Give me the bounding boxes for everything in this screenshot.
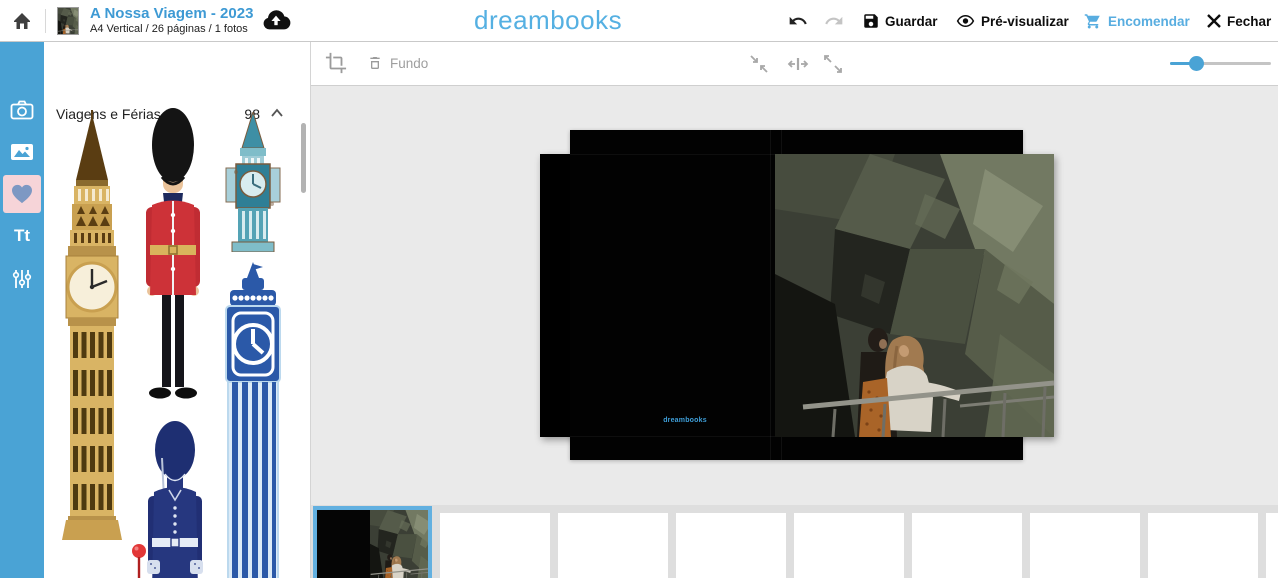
undo-icon: [786, 11, 810, 31]
tool-rail: Tt: [0, 42, 44, 578]
close-label: Fechar: [1227, 14, 1271, 29]
preview-label: Pré-visualizar: [981, 14, 1069, 29]
filmstrip-thumb-cover-selected[interactable]: [313, 506, 432, 578]
image-icon: [10, 143, 34, 161]
filmstrip-thumb-page[interactable]: [794, 513, 904, 578]
expand-button[interactable]: [822, 53, 844, 75]
zoom-slider[interactable]: [1170, 56, 1271, 72]
cover-brand-logo: dreambooks: [650, 417, 720, 424]
filmstrip-thumb-page[interactable]: [1030, 513, 1140, 578]
save-label: Guardar: [885, 14, 938, 29]
undo-button[interactable]: [786, 0, 810, 42]
preview-button[interactable]: Pré-visualizar: [955, 0, 1069, 42]
thumb-cover-back: [317, 510, 370, 578]
dreambooks-logo: dreambooks: [474, 5, 634, 36]
heart-icon: [11, 184, 33, 204]
close-button[interactable]: Fechar: [1206, 0, 1271, 42]
sticker-pin-red[interactable]: [128, 543, 150, 578]
sticker-big-ben-flat-blue[interactable]: [218, 262, 288, 578]
trash-icon: [367, 53, 383, 73]
fit-page-button[interactable]: [748, 53, 770, 75]
thumb-cover-photo: [370, 510, 428, 578]
rail-item-adjust[interactable]: [0, 259, 44, 299]
project-thumbnail: [57, 7, 79, 35]
fit-width-button[interactable]: [787, 53, 809, 75]
topbar-divider: [45, 9, 46, 33]
background-control[interactable]: Fundo: [367, 53, 428, 73]
save-icon: [862, 12, 880, 30]
expand-icon: [822, 53, 844, 75]
zoom-slider-thumb[interactable]: [1189, 56, 1204, 71]
panel-divider: [310, 42, 311, 578]
panel-scrollbar[interactable]: [301, 123, 306, 193]
background-label: Fundo: [390, 56, 428, 71]
rail-item-stickers[interactable]: [0, 174, 44, 214]
spine-line: [770, 130, 771, 460]
filmstrip-thumb-page[interactable]: [676, 513, 786, 578]
canvas-toolbar: Fundo: [311, 42, 1278, 86]
save-button[interactable]: Guardar: [862, 0, 938, 42]
eye-icon: [955, 12, 976, 30]
sticker-queens-guard-red[interactable]: [136, 107, 210, 407]
filmstrip: [311, 505, 1278, 578]
redo-icon: [822, 11, 846, 31]
filmstrip-thumb-page[interactable]: [558, 513, 668, 578]
filmstrip-thumb-page[interactable]: [440, 513, 550, 578]
filmstrip-thumb-page[interactable]: [912, 513, 1022, 578]
project-subtitle: A4 Vertical / 26 páginas / 1 fotos: [90, 22, 253, 36]
tune-icon: [11, 269, 33, 289]
home-button[interactable]: [12, 11, 32, 31]
filmstrip-thumb-page[interactable]: [1266, 513, 1278, 578]
rail-item-gallery[interactable]: [0, 132, 44, 172]
close-icon: [1206, 13, 1222, 29]
rail-item-photos[interactable]: [0, 90, 44, 130]
project-title: A Nossa Viagem - 2023: [90, 5, 253, 22]
camera-icon: [10, 100, 34, 120]
home-icon: [12, 11, 32, 31]
order-button[interactable]: Encomendar: [1083, 0, 1190, 42]
photobook-editor: A Nossa Viagem - 2023 A4 Vertical / 26 p…: [0, 0, 1278, 578]
redo-button[interactable]: [822, 0, 846, 42]
text-icon: Tt: [14, 226, 30, 246]
collapse-icon: [748, 53, 770, 75]
stickers-panel: Viagens e Férias 98: [44, 42, 310, 578]
cart-icon: [1083, 12, 1103, 30]
order-label: Encomendar: [1108, 14, 1190, 29]
project-info: A Nossa Viagem - 2023 A4 Vertical / 26 p…: [90, 5, 253, 36]
sticker-big-ben-watercolor-teal[interactable]: [218, 112, 288, 252]
filmstrip-thumb-page[interactable]: [1148, 513, 1258, 578]
topbar: A Nossa Viagem - 2023 A4 Vertical / 26 p…: [0, 0, 1278, 42]
cloud-sync-icon: [261, 8, 291, 34]
fit-width-icon: [787, 53, 809, 75]
sticker-big-ben-gold[interactable]: [56, 110, 128, 540]
crop-button[interactable]: [325, 52, 347, 74]
cover-photo[interactable]: [775, 154, 1054, 437]
rail-item-text[interactable]: Tt: [0, 216, 44, 256]
crop-icon: [325, 52, 347, 74]
